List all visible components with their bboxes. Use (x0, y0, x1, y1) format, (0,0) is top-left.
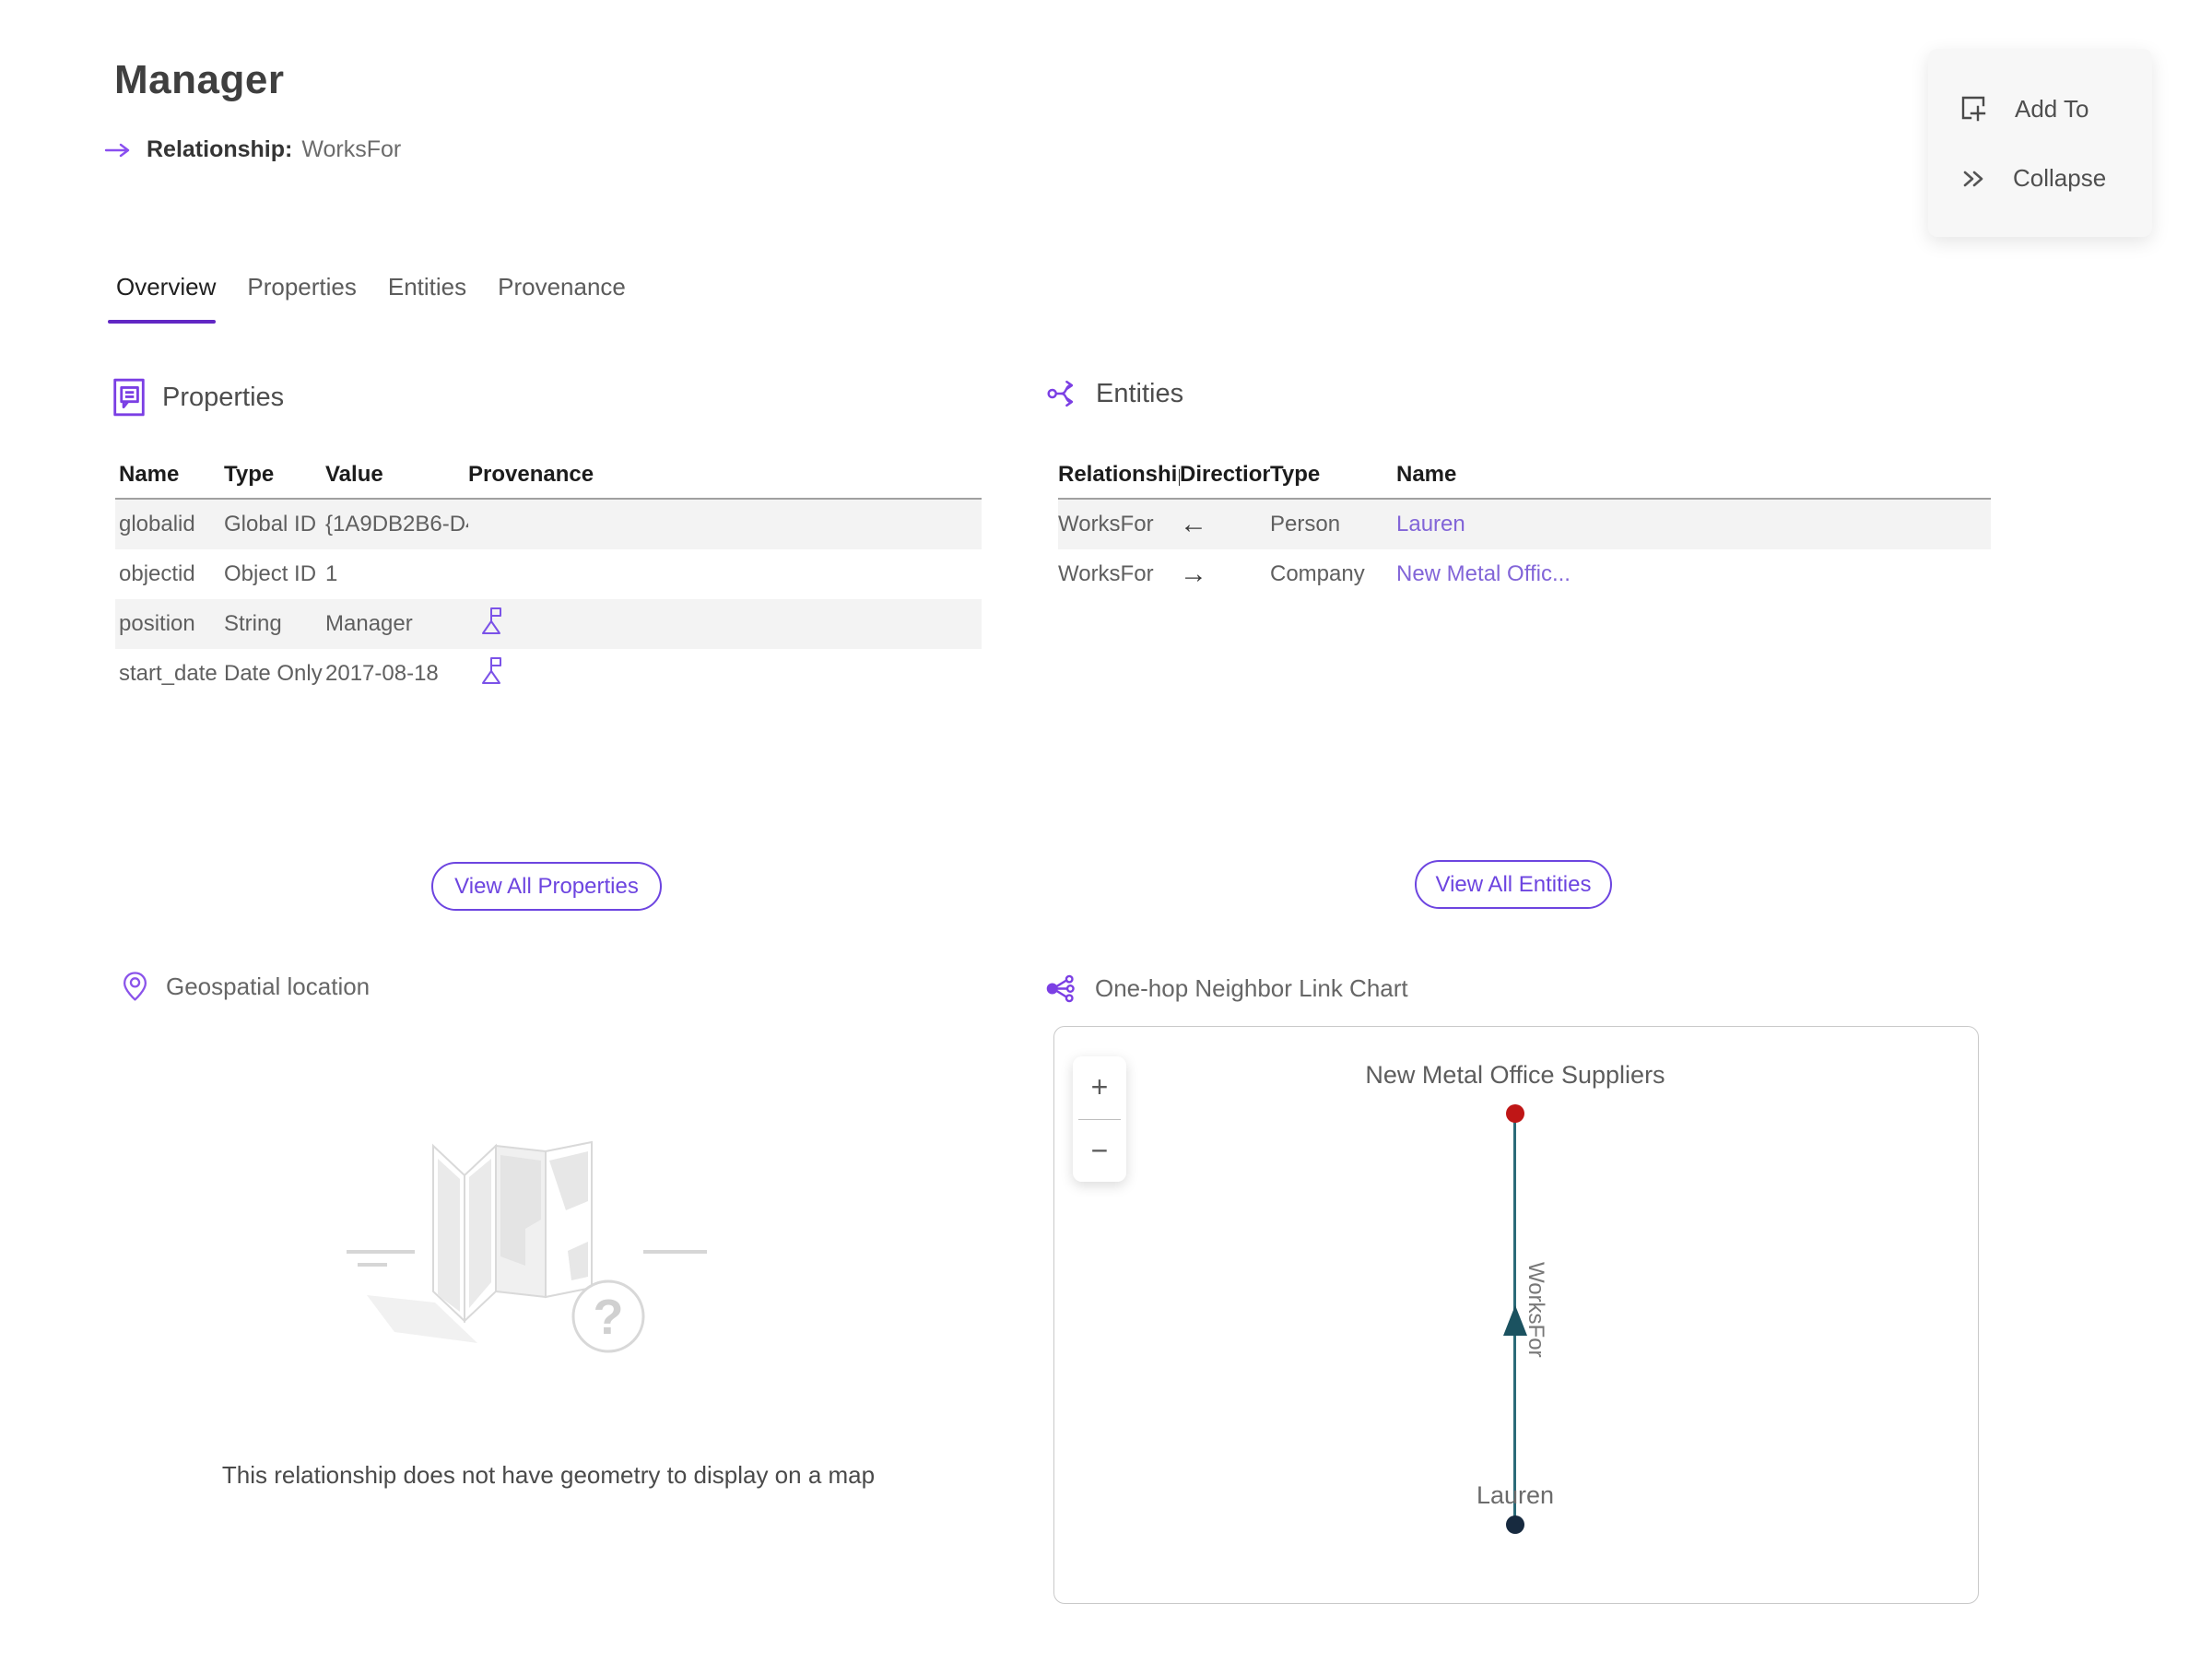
svg-text:?: ? (594, 1290, 624, 1345)
col-type: Type (1270, 462, 1321, 487)
add-to-button[interactable]: Add To (1928, 92, 2152, 125)
geospatial-section-header: Geospatial location (121, 970, 370, 1003)
tab-bar: Overview Properties Entities Provenance (107, 273, 626, 324)
prop-name: start_date (119, 661, 218, 686)
node-company[interactable] (1506, 1104, 1524, 1123)
prop-value: {1A9DB2B6-D482... (325, 512, 468, 536)
zoom-out-button[interactable]: − (1073, 1119, 1126, 1182)
entity-type: Person (1270, 512, 1341, 536)
direction-arrow-icon: ← (1180, 509, 1207, 539)
entities-table-header: Relationship Direction Type Name (1058, 452, 1991, 500)
node-label-person: Lauren (1476, 1481, 1555, 1509)
link-chart-section-title: One-hop Neighbor Link Chart (1095, 974, 1408, 1002)
arrow-right-icon (104, 141, 132, 159)
table-row: start_date Date Only 2017-08-18 (115, 649, 982, 699)
entity-name-link[interactable]: Lauren (1396, 512, 1991, 537)
collapse-button[interactable]: Collapse (1928, 164, 2152, 194)
node-label-company: New Metal Office Suppliers (1365, 1061, 1665, 1089)
link-chart-canvas[interactable]: + − WorksFor New Metal Office Suppliers … (1053, 1026, 1979, 1604)
col-name: Name (1396, 462, 1457, 487)
entity-type: Company (1270, 561, 1365, 586)
entities-section-header: Entities (1046, 376, 1183, 411)
view-all-entities-button[interactable]: View All Entities (1415, 860, 1612, 909)
add-to-label: Add To (2015, 94, 2089, 123)
prop-name: objectid (119, 561, 195, 586)
node-person[interactable] (1506, 1515, 1524, 1534)
prop-provenance (468, 655, 982, 692)
view-all-properties-button[interactable]: View All Properties (431, 862, 662, 911)
table-row: position String Manager (115, 599, 982, 649)
prop-value: Manager (325, 611, 413, 636)
flag-icon[interactable] (479, 655, 504, 686)
prop-name: position (119, 611, 195, 636)
properties-table-header: Name Type Value Provenance (115, 452, 982, 500)
zoom-control: + − (1073, 1056, 1126, 1182)
entity-relationship: WorksFor (1058, 561, 1154, 586)
table-row: objectid Object ID 1 (115, 549, 982, 599)
properties-table: Name Type Value Provenance globalid Glob… (115, 452, 982, 699)
document-list-icon (111, 376, 147, 418)
tab-provenance[interactable]: Provenance (498, 273, 626, 324)
prop-type: Object ID (224, 561, 317, 586)
properties-section-header: Properties (111, 376, 284, 418)
edge-label: WorksFor (1524, 1262, 1548, 1358)
col-name: Name (119, 462, 180, 487)
prop-name: globalid (119, 512, 195, 536)
link-chart-section-header: One-hop Neighbor Link Chart (1044, 972, 1408, 1006)
page-title: Manager (114, 57, 285, 102)
relationship-detail-page: Manager Relationship: WorksFor Add To Co… (0, 0, 2212, 1674)
col-provenance: Provenance (468, 462, 594, 487)
direction-arrow-icon: → (1180, 559, 1207, 589)
tab-overview[interactable]: Overview (107, 273, 217, 324)
entities-table: Relationship Direction Type Name WorksFo… (1058, 452, 1991, 599)
entities-section-title: Entities (1096, 378, 1184, 408)
double-chevron-right-icon (1958, 164, 1989, 194)
properties-section-title: Properties (162, 382, 285, 412)
collapse-label: Collapse (2013, 164, 2107, 193)
prop-type: Global ID (224, 512, 317, 536)
entity-relationship: WorksFor (1058, 512, 1154, 536)
prop-type: String (224, 611, 282, 636)
tab-entities[interactable]: Entities (388, 273, 466, 324)
table-row: WorksFor ← Person Lauren (1058, 500, 1991, 549)
add-to-icon (1958, 92, 1991, 125)
entity-name-link[interactable]: New Metal Offic... (1396, 561, 1991, 587)
col-value: Value (325, 462, 383, 487)
col-type: Type (224, 462, 275, 487)
breadcrumb: Relationship: WorksFor (104, 136, 401, 163)
table-row: globalid Global ID {1A9DB2B6-D482... (115, 500, 982, 549)
relationship-type-label: Relationship: (147, 136, 293, 162)
prop-provenance (468, 606, 982, 642)
link-chart-icon (1044, 972, 1078, 1006)
branch-icon (1046, 376, 1081, 411)
zoom-in-button[interactable]: + (1073, 1056, 1126, 1119)
tab-properties[interactable]: Properties (247, 273, 357, 324)
flag-icon[interactable] (479, 606, 504, 636)
col-relationship: Relationship (1058, 462, 1180, 487)
prop-value: 2017-08-18 (325, 661, 439, 686)
relationship-type-value: WorksFor (301, 136, 402, 162)
actions-panel: Add To Collapse (1928, 49, 2152, 237)
prop-value: 1 (325, 561, 338, 586)
col-direction: Direction (1180, 462, 1270, 487)
prop-type: Date Only (224, 661, 323, 686)
map-pin-icon (121, 970, 149, 1003)
table-row: WorksFor → Company New Metal Offic... (1058, 549, 1991, 599)
geospatial-section-title: Geospatial location (166, 972, 371, 1000)
no-geometry-message: This relationship does not have geometry… (221, 1461, 876, 1489)
map-placeholder-illustration: ? (339, 1111, 730, 1366)
